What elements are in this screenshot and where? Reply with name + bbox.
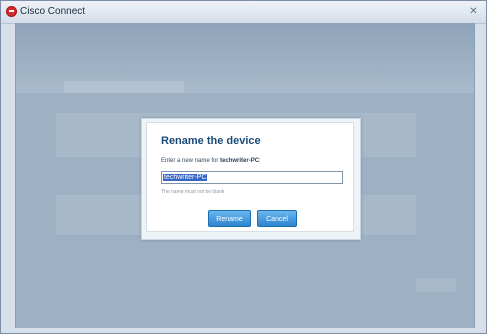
title-bar: Cisco Connect ✕ — [1, 1, 486, 24]
rename-button[interactable]: Rename — [208, 210, 251, 227]
selected-text: techwriter-PC — [163, 174, 208, 181]
current-device-name: techwriter-PC — [220, 158, 260, 164]
window-title: Cisco Connect — [20, 6, 86, 17]
background-panel — [416, 278, 456, 292]
dialog-title: Rename the device — [161, 135, 261, 147]
prompt-text: Enter a new name for — [161, 158, 221, 164]
rename-prompt: Enter a new name for techwriter-PC: — [161, 158, 261, 164]
prompt-suffix: : — [259, 158, 261, 164]
rename-dialog: Rename the device Enter a new name for t… — [146, 122, 354, 232]
background-panel — [64, 81, 184, 93]
validation-hint: The name must not be blank — [161, 189, 225, 195]
close-icon[interactable]: ✕ — [467, 6, 480, 17]
cisco-logo-icon — [6, 6, 17, 17]
device-name-input[interactable]: techwriter-PC — [161, 171, 343, 184]
app-window: Cisco Connect ✕ Rename the device Enter … — [0, 0, 487, 334]
cancel-button[interactable]: Cancel — [257, 210, 297, 227]
